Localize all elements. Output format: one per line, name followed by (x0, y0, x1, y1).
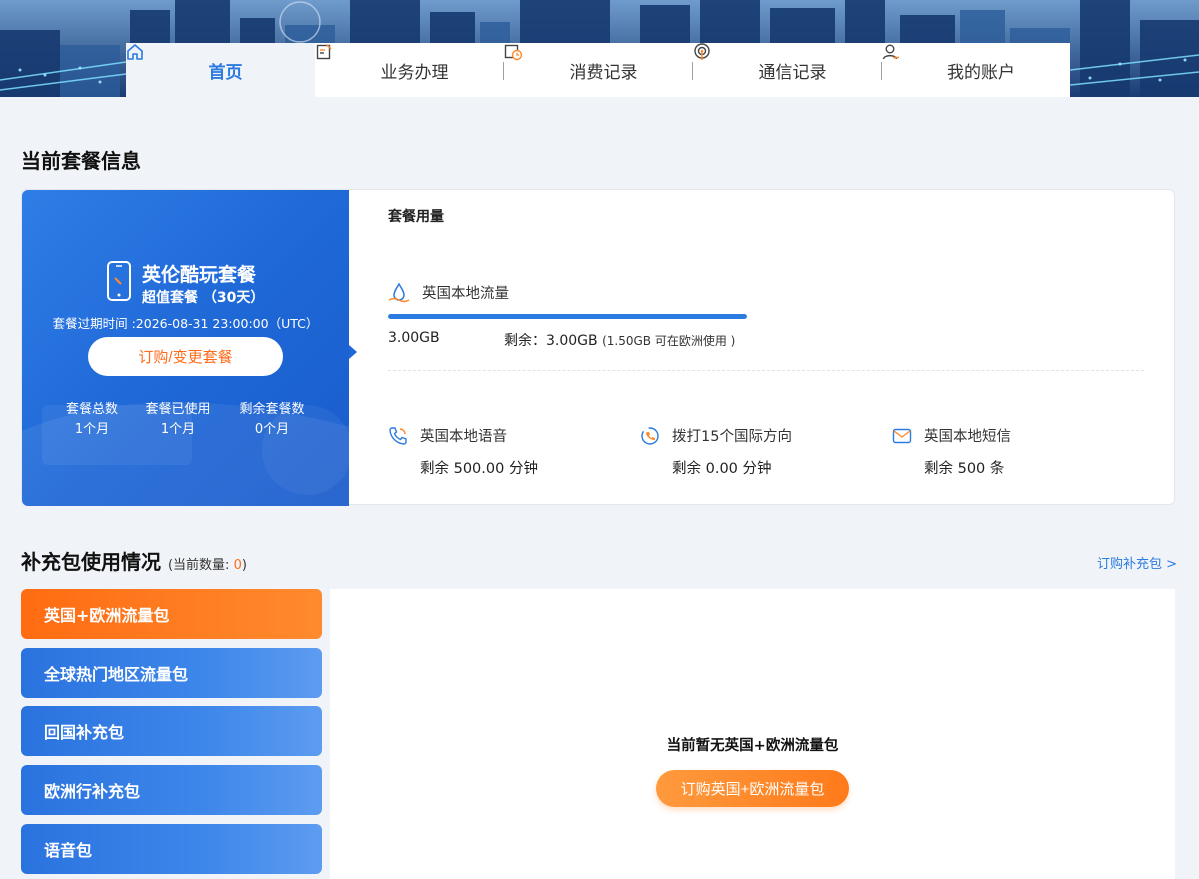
phone-icon (106, 260, 132, 306)
data-usage-progress-bar (388, 314, 747, 319)
plan-summary-panel: 英伦酷玩套餐 超值套餐 （30天） 套餐过期时间 :2026-08-31 23:… (22, 190, 349, 506)
service-value: 剩余 0.00 分钟 (672, 461, 772, 477)
plan-card: 英伦酷玩套餐 超值套餐 （30天） 套餐过期时间 :2026-08-31 23:… (21, 189, 1175, 506)
nav-item-communication[interactable]: 通信记录 (693, 43, 882, 97)
nav-item-business[interactable]: 业务办理 (315, 43, 504, 97)
service-label: 拨打15个国际方向 (672, 429, 792, 445)
addon-count-value: 0 (233, 558, 242, 573)
panel-pointer-arrow (349, 345, 357, 359)
addon-item-global-data[interactable]: 全球热门地区流量包 (21, 647, 322, 698)
data-remaining: 剩余：3.00GB (1.50GB 可在欧洲使用 ) (504, 330, 735, 350)
service-value: 剩余 500.00 分钟 (420, 461, 538, 477)
plan-stat-used: 套餐已使用 1个月 (133, 400, 223, 440)
empty-state-text: 当前暂无英国+欧洲流量包 (666, 738, 839, 754)
plan-stat-total: 套餐总数 1个月 (47, 400, 137, 440)
data-total: 3.00GB (388, 330, 440, 346)
nav-item-label: 我的账户 (947, 62, 1015, 83)
nav-item-label: 消费记录 (569, 62, 638, 83)
data-remaining-value: 剩余：3.00GB (504, 333, 598, 349)
addon-item-uk-europe-data[interactable]: 英国+欧洲流量包 (21, 589, 322, 639)
stat-value: 1个月 (74, 422, 110, 437)
stat-value: 0个月 (254, 422, 290, 437)
addon-item-home-country[interactable]: 回国补充包 (21, 706, 322, 757)
stat-value: 1个月 (160, 422, 196, 437)
international-call-icon (640, 426, 660, 446)
plan-subtitle: 超值套餐 （30天） (142, 290, 265, 306)
phone-call-icon (388, 426, 408, 446)
plan-stat-remaining: 剩余套餐数 0个月 (227, 400, 317, 440)
plan-name: 英伦酷玩套餐 (142, 264, 257, 286)
addon-detail-panel: 当前暂无英国+欧洲流量包 订购英国+欧洲流量包 (330, 589, 1175, 879)
header-banner: 首页 业务办理 消费记录 通信记录 我的账户 (0, 0, 1199, 97)
nav-item-home[interactable]: 首页 (126, 43, 315, 97)
main-nav: 首页 业务办理 消费记录 通信记录 我的账户 (126, 43, 1070, 97)
addon-section-title-text: 补充包使用情况 (21, 550, 161, 574)
service-label: 英国本地语音 (420, 429, 507, 445)
nav-item-label: 业务办理 (380, 62, 449, 83)
service-label: 英国本地短信 (924, 429, 1011, 445)
voice-usage: 英国本地语音 剩余 500.00 分钟 (388, 425, 538, 478)
addon-item-europe-travel[interactable]: 欧洲行补充包 (21, 765, 322, 816)
data-usage-label: 英国本地流量 (422, 286, 509, 302)
order-uk-europe-data-button[interactable]: 订购英国+欧洲流量包 (656, 770, 849, 807)
addon-section-title: 补充包使用情况 (当前数量: 0) (21, 546, 247, 575)
addon-count: (当前数量: 0) (168, 558, 247, 573)
data-usage-progress-fill (388, 314, 747, 319)
nav-item-label: 通信记录 (758, 62, 827, 83)
addon-count-suffix: ) (241, 558, 247, 573)
usage-title: 套餐用量 (388, 209, 444, 225)
mail-icon (892, 427, 912, 445)
stat-label: 套餐已使用 (145, 402, 211, 417)
plan-expire-time: 套餐过期时间 :2026-08-31 23:00:00（UTC） (52, 316, 319, 331)
stat-label: 套餐总数 (65, 402, 118, 417)
nav-item-label: 首页 (208, 62, 243, 83)
sms-usage: 英国本地短信 剩余 500 条 (892, 425, 1011, 478)
addon-item-voice[interactable]: 语音包 (21, 823, 322, 874)
order-addon-link[interactable]: 订购补充包 > (1097, 553, 1177, 572)
nav-item-billing[interactable]: 消费记录 (504, 43, 693, 97)
data-usage-header: 英国本地流量 (388, 282, 509, 303)
international-call-usage: 拨打15个国际方向 剩余 0.00 分钟 (640, 425, 792, 478)
nav-item-account[interactable]: 我的账户 (882, 43, 1070, 97)
order-change-plan-button[interactable]: 订购/变更套餐 (88, 337, 283, 376)
addon-count-prefix: (当前数量: (167, 558, 234, 573)
data-remaining-note: (1.50GB 可在欧洲使用 ) (602, 334, 736, 348)
usage-divider (388, 370, 1144, 371)
plan-section-title: 当前套餐信息 (21, 149, 141, 173)
water-drop-icon (388, 282, 410, 303)
stat-label: 剩余套餐数 (239, 402, 305, 417)
addon-category-list: 英国+欧洲流量包 全球热门地区流量包 回国补充包 欧洲行补充包 语音包 (21, 589, 322, 879)
service-value: 剩余 500 条 (924, 461, 1005, 477)
